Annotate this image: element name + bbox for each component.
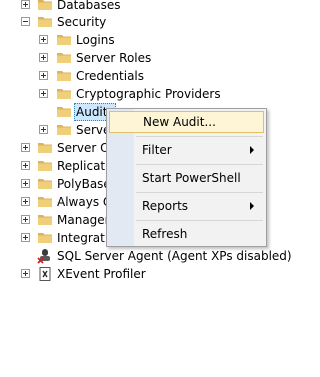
menu-item-label: Reports (142, 199, 189, 213)
menu-item-label: Filter (142, 143, 172, 157)
expand-icon[interactable] (21, 233, 30, 242)
tree-label: Databases (57, 0, 121, 12)
expand-icon[interactable] (39, 71, 48, 80)
expand-icon[interactable] (21, 143, 30, 152)
folder-icon (56, 104, 72, 120)
folder-icon (56, 50, 72, 66)
tree-label: Cryptographic Providers (76, 87, 221, 101)
folder-icon (37, 14, 53, 30)
menu-separator (136, 136, 263, 137)
folder-icon (37, 212, 53, 228)
folder-icon (37, 194, 53, 210)
expand-icon[interactable] (39, 89, 48, 98)
submenu-arrow-icon (250, 202, 254, 210)
tree-node-credentials[interactable]: Credentials (0, 67, 299, 85)
submenu-arrow-icon (250, 146, 254, 154)
tree-label: Credentials (76, 69, 145, 83)
menu-item-label: Start PowerShell (142, 171, 241, 185)
expand-icon[interactable] (21, 179, 30, 188)
expand-icon[interactable] (21, 269, 30, 278)
expand-icon[interactable] (39, 35, 48, 44)
tree-node-sql-server-agent[interactable]: SQL Server Agent (Agent XPs disabled) (0, 247, 299, 265)
tree-node-logins[interactable]: Logins (0, 31, 299, 49)
tree-label: Server Roles (76, 51, 152, 65)
folder-icon (37, 140, 53, 156)
menu-separator (136, 164, 263, 165)
folder-icon (56, 32, 72, 48)
context-menu: New Audit... Filter Start PowerShell Rep… (106, 108, 267, 247)
folder-icon (37, 0, 53, 13)
folder-icon (37, 230, 53, 246)
folder-icon (56, 122, 72, 138)
menu-item-reports[interactable]: Reports (109, 195, 264, 217)
folder-icon (37, 176, 53, 192)
menu-item-refresh[interactable]: Refresh (109, 223, 264, 245)
tree-label: Security (57, 15, 107, 29)
tree-node-security[interactable]: Security (0, 13, 299, 31)
tree-node-xevent-profiler[interactable]: XEvent Profiler (0, 265, 299, 283)
menu-item-filter[interactable]: Filter (109, 139, 264, 161)
expand-icon[interactable] (21, 215, 30, 224)
menu-separator (136, 220, 263, 221)
folder-icon (56, 86, 72, 102)
tree-node-cryptographic-providers[interactable]: Cryptographic Providers (0, 85, 299, 103)
expand-icon[interactable] (39, 53, 48, 62)
tree-label: SQL Server Agent (Agent XPs disabled) (57, 249, 292, 263)
tree-label: PolyBase (57, 177, 111, 191)
folder-icon (56, 68, 72, 84)
tree-label: Logins (76, 33, 115, 47)
sql-agent-icon (37, 249, 50, 264)
xevent-profiler-icon (39, 267, 51, 281)
expand-icon[interactable] (21, 161, 30, 170)
collapse-icon[interactable] (21, 17, 30, 26)
menu-item-label: New Audit... (143, 115, 216, 129)
expand-icon[interactable] (39, 125, 48, 134)
tree-node-server-roles[interactable]: Server Roles (0, 49, 299, 67)
expand-icon[interactable] (21, 197, 30, 206)
menu-item-new-audit[interactable]: New Audit... (109, 111, 264, 133)
expand-icon[interactable] (21, 0, 30, 9)
menu-item-start-powershell[interactable]: Start PowerShell (109, 167, 264, 189)
tree-node-databases[interactable]: Databases (0, 0, 299, 14)
menu-item-label: Refresh (142, 227, 188, 241)
tree-label: XEvent Profiler (57, 267, 146, 281)
menu-separator (136, 192, 263, 193)
folder-icon (37, 158, 53, 174)
